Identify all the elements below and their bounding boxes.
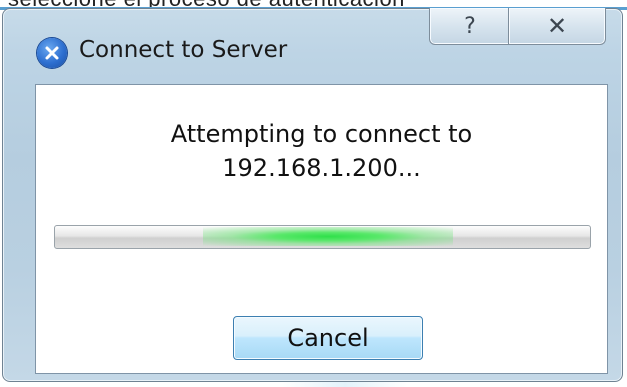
- status-message: Attempting to connect to 192.168.1.200..…: [36, 117, 607, 185]
- connect-x-icon: [37, 38, 67, 68]
- close-icon: ✕: [546, 12, 568, 40]
- help-icon: ?: [464, 13, 476, 39]
- cancel-button[interactable]: Cancel: [233, 316, 423, 360]
- title-bar[interactable]: Connect to Server ? ✕: [3, 8, 622, 81]
- status-message-line1: Attempting to connect to: [170, 120, 473, 148]
- status-message-line2: 192.168.1.200...: [222, 154, 421, 182]
- help-button[interactable]: ?: [429, 8, 511, 45]
- progress-indicator: [203, 227, 453, 246]
- close-button[interactable]: ✕: [508, 8, 606, 45]
- dialog-content: Attempting to connect to 192.168.1.200..…: [35, 84, 608, 374]
- progress-bar: [54, 225, 591, 249]
- window-title: Connect to Server: [79, 37, 288, 63]
- connect-dialog: Connect to Server ? ✕ Attempting to conn…: [2, 8, 623, 382]
